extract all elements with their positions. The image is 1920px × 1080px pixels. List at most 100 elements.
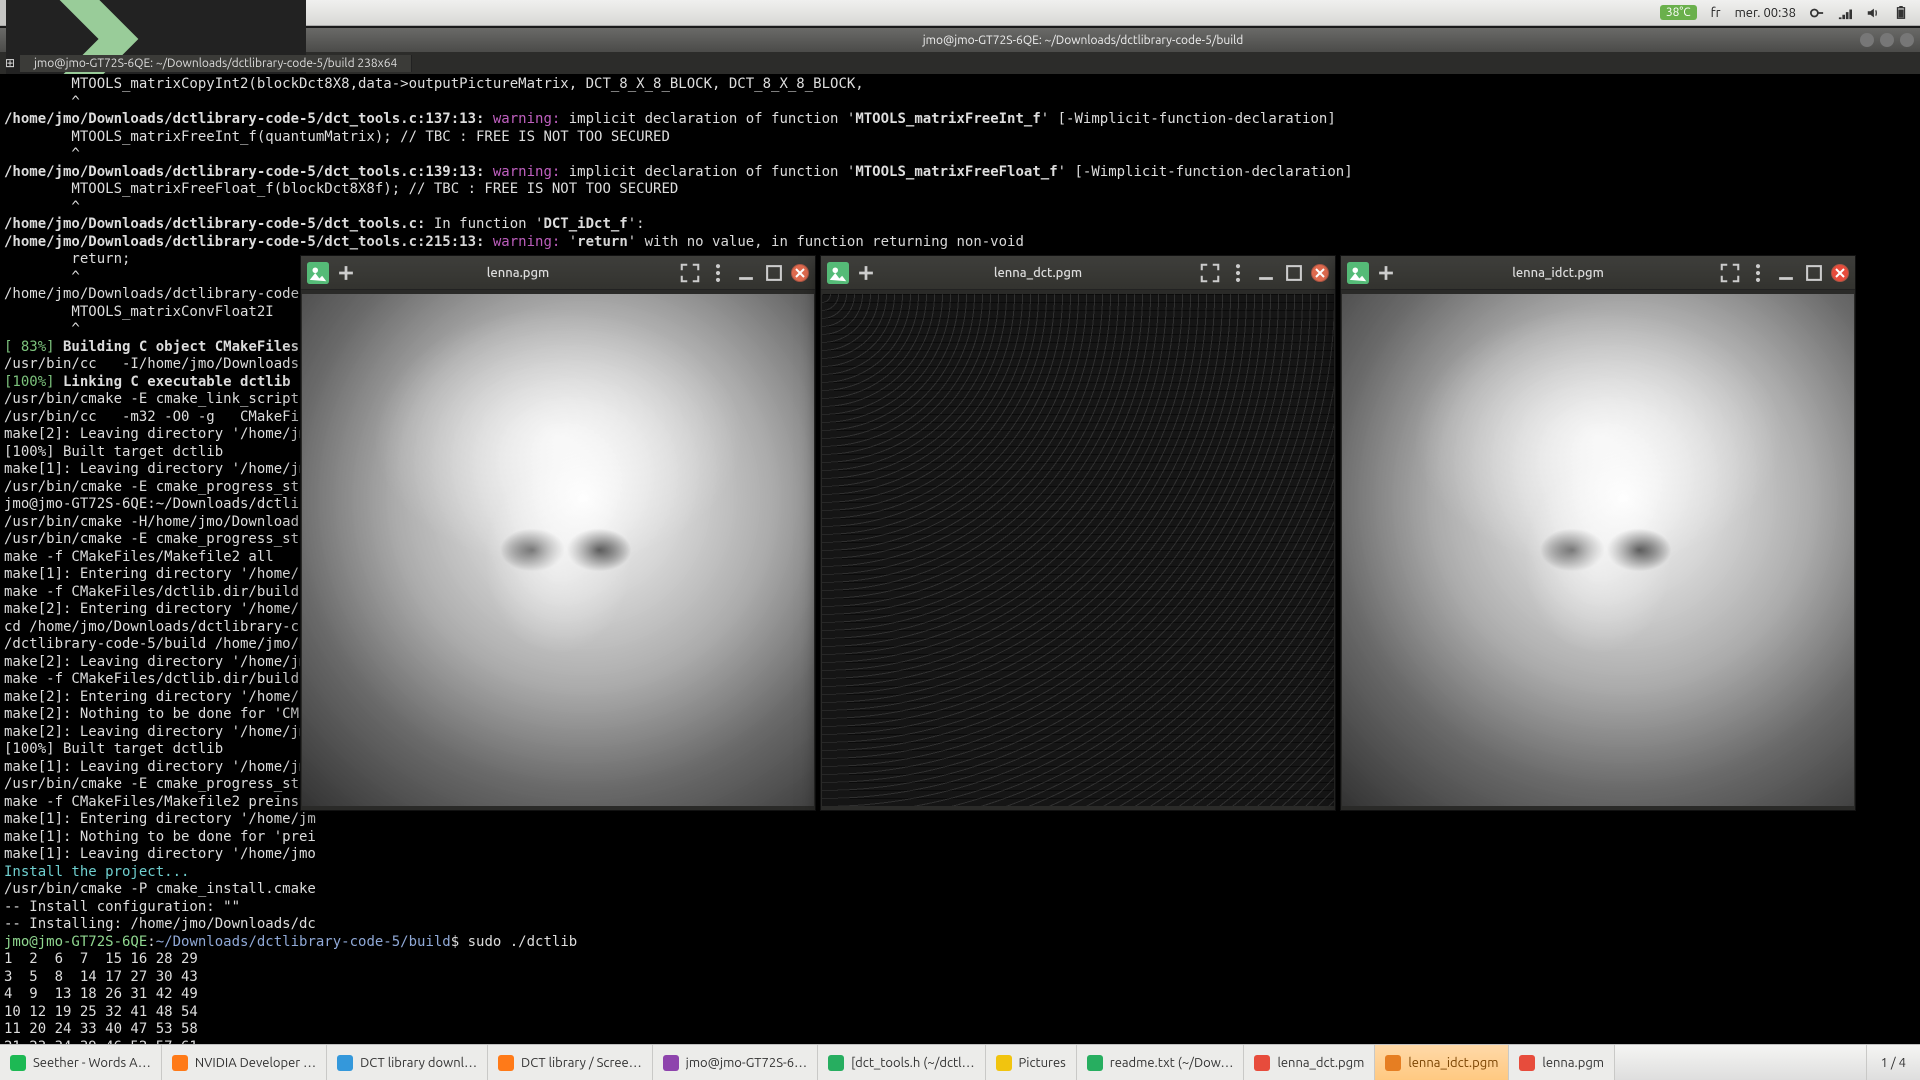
- app-icon: [828, 1055, 844, 1071]
- terminal-tab[interactable]: jmo@jmo-GT72S-6QE: ~/Downloads/dctlibrar…: [20, 55, 412, 72]
- close-icon[interactable]: [791, 264, 809, 282]
- menu-icon[interactable]: [707, 262, 729, 284]
- terminal-line: make[1]: Entering directory '/home/jm: [4, 811, 1916, 829]
- add-icon[interactable]: [1375, 262, 1397, 284]
- terminal-line: Install the project...: [4, 864, 1916, 882]
- eog-app-icon: [827, 262, 849, 284]
- minimize-icon[interactable]: [1255, 262, 1277, 284]
- terminal-line: 11 20 24 33 40 47 53 58: [4, 1021, 1916, 1039]
- terminal-line: 10 12 19 25 32 41 48 54: [4, 1004, 1916, 1022]
- taskbar-item-label: [dct_tools.h (~/dctl…: [851, 1056, 974, 1070]
- close-icon[interactable]: [1831, 264, 1849, 282]
- terminal-line: 4 9 13 18 26 31 42 49: [4, 986, 1916, 1004]
- clock[interactable]: mer. 00:38: [1735, 6, 1796, 20]
- taskbar-item-label: lenna_idct.pgm: [1408, 1056, 1498, 1070]
- taskbar-item[interactable]: DCT library / Scree…: [488, 1045, 653, 1080]
- taskbar: Seether - Words A… NVIDIA Developer … DCT …: [0, 1044, 1920, 1080]
- fullscreen-icon[interactable]: [1719, 262, 1741, 284]
- terminal-line: ^: [4, 146, 1916, 164]
- app-icon: [1385, 1055, 1401, 1071]
- terminal-line: MTOOLS_matrixFreeInt_f(quantumMatrix); /…: [4, 129, 1916, 147]
- taskbar-item[interactable]: lenna_dct.pgm: [1244, 1045, 1375, 1080]
- add-icon[interactable]: [335, 262, 357, 284]
- taskbar-item-label: Pictures: [1019, 1056, 1066, 1070]
- vpn-icon[interactable]: [1810, 6, 1824, 20]
- dct-image: [822, 294, 1334, 806]
- app-icon: [1254, 1055, 1270, 1071]
- terminal-line: /home/jmo/Downloads/dctlibrary-code-5/dc…: [4, 216, 1916, 234]
- taskbar-item[interactable]: readme.txt (~/Dow…: [1077, 1045, 1245, 1080]
- image-canvas[interactable]: [301, 290, 815, 810]
- app-icon: [996, 1055, 1012, 1071]
- maximize-icon[interactable]: [1283, 262, 1305, 284]
- image-viewer-title: lenna_idct.pgm: [1403, 266, 1713, 280]
- taskbar-item-label: NVIDIA Developer …: [195, 1056, 316, 1070]
- workspace-switcher[interactable]: 1 / 4: [1866, 1045, 1920, 1080]
- eog-app-icon: [307, 262, 329, 284]
- terminal-tabbar: ⊞ jmo@jmo-GT72S-6QE: ~/Downloads/dctlibr…: [0, 52, 1920, 74]
- keyboard-layout-indicator[interactable]: fr: [1711, 6, 1721, 20]
- terminal-line: -- Installing: /home/jmo/Downloads/dc: [4, 916, 1916, 934]
- terminal-line: /home/jmo/Downloads/dctlibrary-code-5/dc…: [4, 234, 1916, 252]
- taskbar-item[interactable]: Seether - Words A…: [0, 1045, 162, 1080]
- taskbar-item[interactable]: lenna_idct.pgm: [1375, 1045, 1509, 1080]
- image-viewer-window: lenna_dct.pgm: [820, 255, 1336, 811]
- terminal-line: MTOOLS_matrixFreeFloat_f(blockDct8X8f); …: [4, 181, 1916, 199]
- image-canvas[interactable]: [821, 290, 1335, 810]
- battery-icon[interactable]: [1894, 6, 1908, 20]
- image-viewer-window: lenna_idct.pgm: [1340, 255, 1856, 811]
- image-viewer-titlebar[interactable]: lenna_dct.pgm: [821, 256, 1335, 290]
- terminal-line: ^: [4, 199, 1916, 217]
- app-icon: [663, 1055, 679, 1071]
- maximize-icon[interactable]: [763, 262, 785, 284]
- image-viewer-window: lenna.pgm: [300, 255, 816, 811]
- lenna-image: [1342, 294, 1854, 806]
- terminal-line: ^: [4, 94, 1916, 112]
- terminal-line: /usr/bin/cmake -P cmake_install.cmake: [4, 881, 1916, 899]
- system-tray: 38°C fr mer. 00:38: [1660, 5, 1920, 20]
- volume-icon[interactable]: [1866, 6, 1880, 20]
- minimize-button[interactable]: [1860, 33, 1874, 47]
- lenna-image: [302, 294, 814, 806]
- terminal-line: -- Install configuration: "": [4, 899, 1916, 917]
- terminal-titlebar[interactable]: jmo@jmo-GT72S-6QE: ~/Downloads/dctlibrar…: [0, 28, 1920, 52]
- fullscreen-icon[interactable]: [679, 262, 701, 284]
- image-viewer-title: lenna.pgm: [363, 266, 673, 280]
- terminal-line: jmo@jmo-GT72S-6QE:~/Downloads/dctlibrary…: [4, 934, 1916, 952]
- menu-icon[interactable]: [1227, 262, 1249, 284]
- network-icon[interactable]: [1838, 6, 1852, 20]
- taskbar-item[interactable]: jmo@jmo-GT72S-6…: [653, 1045, 818, 1080]
- maximize-button[interactable]: [1880, 33, 1894, 47]
- image-viewer-title: lenna_dct.pgm: [883, 266, 1193, 280]
- taskbar-item[interactable]: Pictures: [986, 1045, 1077, 1080]
- minimize-icon[interactable]: [1775, 262, 1797, 284]
- app-icon: [498, 1055, 514, 1071]
- image-viewer-titlebar[interactable]: lenna_idct.pgm: [1341, 256, 1855, 290]
- terminal-line: make[1]: Nothing to be done for 'prei: [4, 829, 1916, 847]
- taskbar-item[interactable]: lenna.pgm: [1509, 1045, 1615, 1080]
- temperature-indicator[interactable]: 38°C: [1660, 5, 1697, 20]
- image-viewer-titlebar[interactable]: lenna.pgm: [301, 256, 815, 290]
- taskbar-item[interactable]: NVIDIA Developer …: [162, 1045, 327, 1080]
- fullscreen-icon[interactable]: [1199, 262, 1221, 284]
- image-canvas[interactable]: [1341, 290, 1855, 810]
- new-tab-button[interactable]: ⊞: [0, 56, 20, 70]
- terminal-line: 1 2 6 7 15 16 28 29: [4, 951, 1916, 969]
- taskbar-item-label: readme.txt (~/Dow…: [1110, 1056, 1234, 1070]
- taskbar-item[interactable]: DCT library downl…: [327, 1045, 488, 1080]
- add-icon[interactable]: [855, 262, 877, 284]
- taskbar-item-label: DCT library downl…: [360, 1056, 477, 1070]
- app-icon: [1087, 1055, 1103, 1071]
- minimize-icon[interactable]: [735, 262, 757, 284]
- eog-app-icon: [1347, 262, 1369, 284]
- taskbar-item[interactable]: [dct_tools.h (~/dctl…: [818, 1045, 985, 1080]
- app-icon: [172, 1055, 188, 1071]
- terminal-line: /home/jmo/Downloads/dctlibrary-code-5/dc…: [4, 111, 1916, 129]
- menu-icon[interactable]: [1747, 262, 1769, 284]
- app-icon: [1519, 1055, 1535, 1071]
- maximize-icon[interactable]: [1803, 262, 1825, 284]
- taskbar-item-label: jmo@jmo-GT72S-6…: [686, 1056, 807, 1070]
- close-button[interactable]: [1900, 33, 1914, 47]
- close-icon[interactable]: [1311, 264, 1329, 282]
- terminal-line: MTOOLS_matrixCopyInt2(blockDct8X8,data->…: [4, 76, 1916, 94]
